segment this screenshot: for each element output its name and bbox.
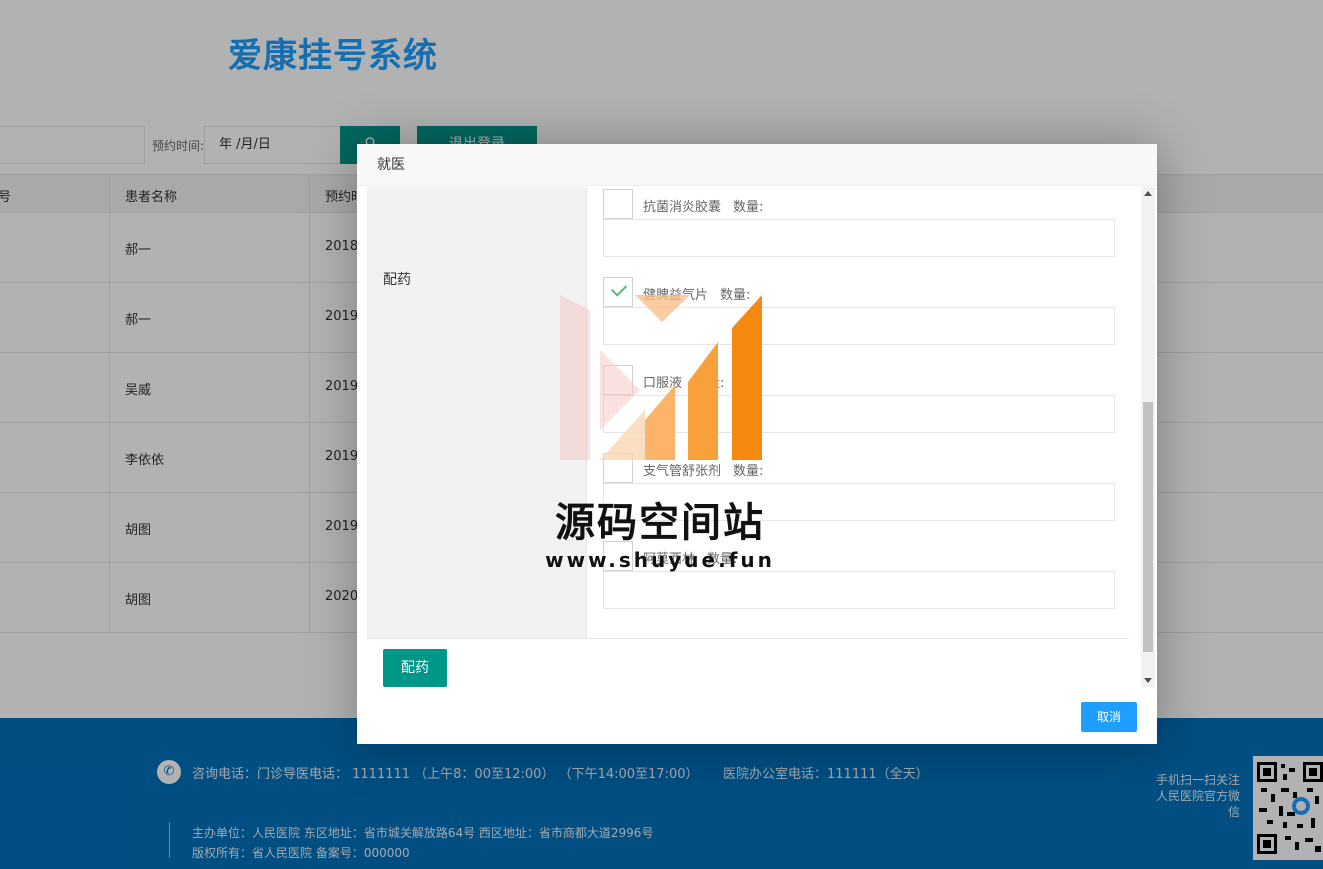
form-label-column: 配药 xyxy=(367,187,587,638)
quantity-label: 数量: xyxy=(720,288,751,303)
medicine-name: 阿莫西林 xyxy=(643,552,696,567)
scroll-up-arrow-icon[interactable] xyxy=(1144,191,1152,196)
dispense-section-label: 配药 xyxy=(383,272,411,288)
quantity-label: 数量: xyxy=(707,552,738,567)
medicine-list: 抗菌消炎胶囊 数量: 健脾益气片 数量: 口服液 数量: 支气管舒张剂 数量: … xyxy=(587,187,1129,638)
medicine-checkbox[interactable] xyxy=(603,541,633,571)
treatment-dialog: 就医 配药 抗菌消炎胶囊 数量: 健脾益气片 数量: 口服液 数量: 支气管舒张… xyxy=(357,144,1157,744)
medicine-checkbox[interactable] xyxy=(603,189,633,219)
scrollbar[interactable] xyxy=(1141,187,1155,687)
scroll-thumb[interactable] xyxy=(1143,402,1153,652)
medicine-name: 支气管舒张剂 xyxy=(643,464,722,479)
medicine-name: 口服液 xyxy=(643,376,683,391)
scroll-down-arrow-icon[interactable] xyxy=(1144,678,1152,683)
medicine-name: 健脾益气片 xyxy=(643,288,709,303)
quantity-label: 数量: xyxy=(694,376,725,391)
quantity-input[interactable] xyxy=(603,219,1115,257)
quantity-input[interactable] xyxy=(603,571,1115,609)
medicine-name: 抗菌消炎胶囊 xyxy=(643,200,722,215)
cancel-button[interactable]: 取消 xyxy=(1081,702,1137,732)
quantity-input[interactable] xyxy=(603,483,1115,521)
medicine-checkbox[interactable] xyxy=(603,365,633,395)
quantity-label: 数量: xyxy=(733,200,764,215)
quantity-label: 数量: xyxy=(733,464,764,479)
quantity-input[interactable] xyxy=(603,395,1115,433)
medicine-checkbox[interactable] xyxy=(603,453,633,483)
dialog-title: 就医 xyxy=(357,144,1157,186)
medicine-checkbox[interactable] xyxy=(603,277,633,307)
dispense-button[interactable]: 配药 xyxy=(383,649,447,687)
dialog-form-footer: 配药 xyxy=(367,638,1129,687)
quantity-input[interactable] xyxy=(603,307,1115,345)
dialog-content: 配药 抗菌消炎胶囊 数量: 健脾益气片 数量: 口服液 数量: 支气管舒张剂 数… xyxy=(367,187,1129,687)
